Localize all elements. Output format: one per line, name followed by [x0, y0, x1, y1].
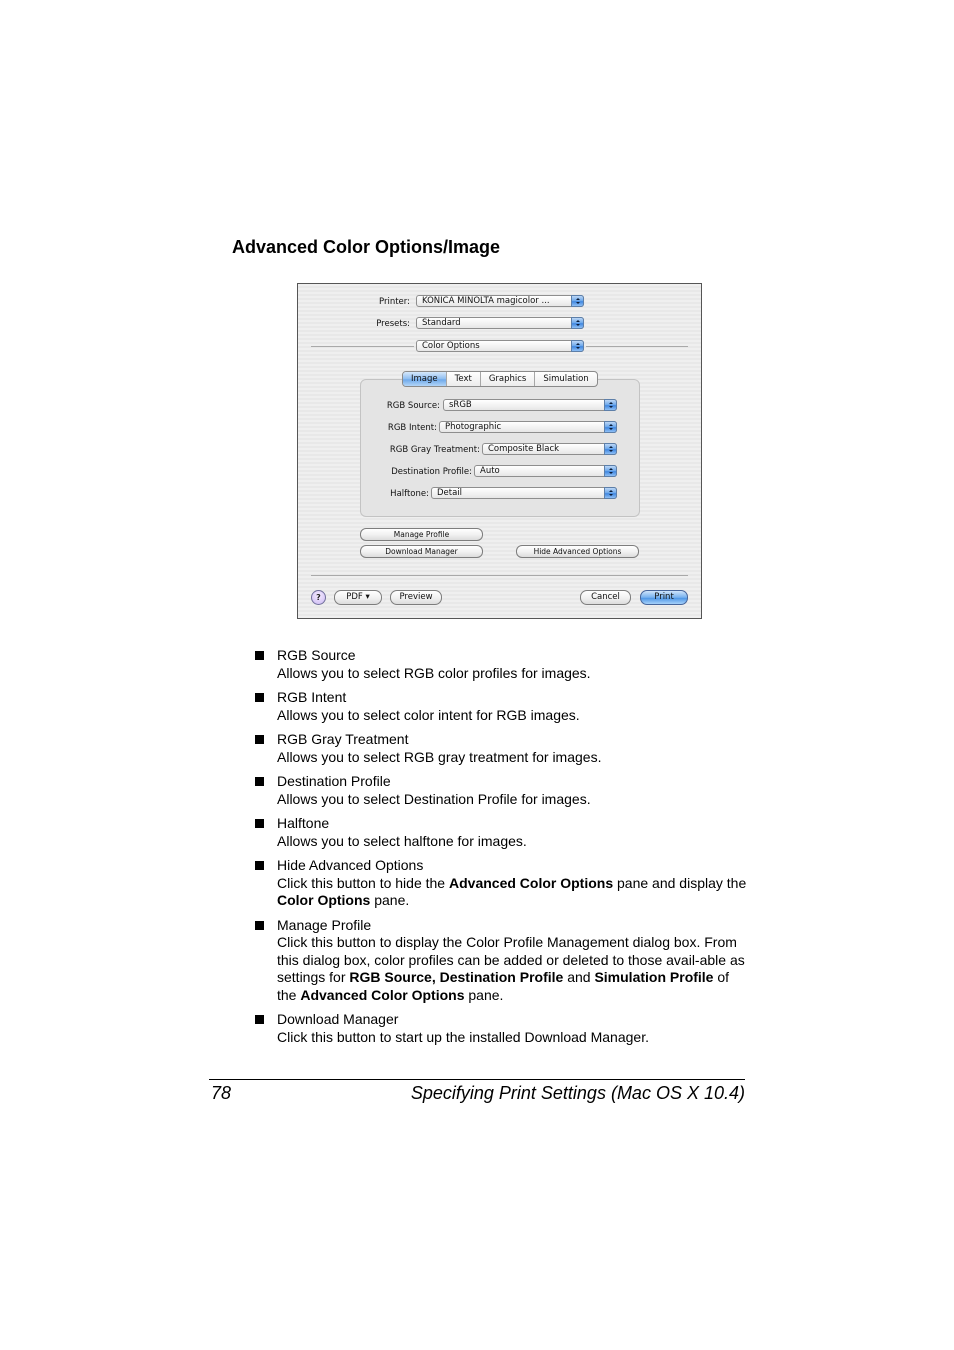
list-item: Halftone Allows you to select halftone f…	[250, 815, 770, 850]
manage-profile-button[interactable]: Manage Profile	[360, 528, 483, 541]
footer-rule	[209, 1079, 745, 1080]
tab-image[interactable]: Image	[403, 372, 446, 386]
item-text: Click this button to display the Color P…	[277, 934, 745, 1003]
option-descriptions: RGB Source Allows you to select RGB colo…	[250, 647, 770, 1053]
bullet-icon	[255, 735, 264, 744]
bullet-icon	[255, 777, 264, 786]
rgb-intent-label: RGB Intent:	[387, 423, 437, 433]
item-text: Allows you to select Destination Profile…	[277, 790, 591, 807]
item-text: Click this button to hide the Advanced C…	[277, 874, 747, 909]
item-title: Hide Advanced Options	[277, 857, 424, 873]
popup-arrows-icon	[604, 421, 617, 433]
list-item: Manage Profile Click this button to disp…	[250, 917, 770, 1005]
halftone-value: Detail	[437, 488, 463, 498]
tab-simulation[interactable]: Simulation	[534, 372, 596, 386]
rgb-gray-treatment-popup[interactable]: Composite Black	[482, 443, 617, 455]
cancel-button[interactable]: Cancel	[580, 590, 631, 605]
list-item: Hide Advanced Options Click this button …	[250, 857, 770, 910]
bullet-icon	[255, 693, 264, 702]
popup-arrows-icon	[604, 487, 617, 499]
separator-right	[586, 346, 688, 347]
tab-graphics[interactable]: Graphics	[479, 372, 535, 386]
bullet-icon	[255, 1015, 264, 1024]
pane-value: Color Options	[422, 341, 480, 351]
item-title: RGB Source	[277, 647, 356, 663]
rgb-gray-treatment-label: RGB Gray Treatment:	[389, 445, 480, 455]
list-item: RGB Gray Treatment Allows you to select …	[250, 731, 770, 766]
preview-button[interactable]: Preview	[390, 590, 442, 605]
rgb-intent-value: Photographic	[445, 422, 502, 432]
item-title: RGB Gray Treatment	[277, 731, 409, 747]
list-item: Download Manager Click this button to st…	[250, 1011, 770, 1046]
item-title: Manage Profile	[277, 916, 372, 933]
item-title: Download Manager	[277, 1011, 399, 1027]
rgb-source-value: sRGB	[449, 400, 472, 410]
hide-advanced-options-button[interactable]: Hide Advanced Options	[516, 545, 639, 558]
rgb-intent-popup[interactable]: Photographic	[439, 421, 617, 433]
print-button[interactable]: Print	[640, 590, 688, 605]
presets-popup[interactable]: Standard	[416, 317, 584, 329]
destination-profile-value: Auto	[480, 466, 500, 476]
popup-arrows-icon	[571, 340, 584, 352]
tab-text[interactable]: Text	[445, 372, 480, 386]
bullet-icon	[255, 651, 264, 660]
bullet-icon	[255, 861, 264, 870]
footer-title: Specifying Print Settings (Mac OS X 10.4…	[410, 1083, 745, 1103]
rgb-source-popup[interactable]: sRGB	[443, 399, 617, 411]
halftone-popup[interactable]: Detail	[431, 487, 617, 499]
bullet-icon	[255, 920, 264, 930]
list-item: Destination Profile Allows you to select…	[250, 773, 770, 808]
rgb-source-label: RGB Source:	[386, 401, 440, 411]
help-icon[interactable]: ?	[311, 590, 326, 605]
pdf-button[interactable]: PDF ▾	[334, 590, 382, 605]
section-title: Advanced Color Options/Image	[232, 237, 501, 257]
printer-label: Printer:	[379, 297, 410, 307]
printer-value: KONICA MINOLTA magicolor ...	[422, 296, 550, 306]
item-text: Click this button to start up the instal…	[277, 1028, 649, 1045]
printer-popup[interactable]: KONICA MINOLTA magicolor ...	[416, 295, 584, 307]
list-item: RGB Intent Allows you to select color in…	[250, 689, 770, 724]
page-number: 78	[211, 1083, 232, 1103]
item-text: Allows you to select RGB color profiles …	[277, 664, 591, 681]
halftone-label: Halftone:	[390, 489, 429, 499]
print-dialog: Printer: KONICA MINOLTA magicolor ... Pr…	[297, 283, 702, 619]
bullet-icon	[255, 819, 264, 828]
rgb-gray-treatment-value: Composite Black	[488, 444, 560, 454]
separator-left	[311, 346, 414, 347]
item-title: Destination Profile	[277, 773, 391, 789]
presets-value: Standard	[422, 318, 461, 328]
tab-bar: Image Text Graphics Simulation	[402, 371, 598, 387]
destination-profile-popup[interactable]: Auto	[474, 465, 617, 477]
popup-arrows-icon	[571, 295, 584, 307]
popup-arrows-icon	[604, 465, 617, 477]
item-title: Halftone	[277, 815, 330, 831]
item-text: Allows you to select halftone for images…	[277, 832, 527, 849]
popup-arrows-icon	[604, 443, 617, 455]
presets-label: Presets:	[376, 319, 410, 329]
pane-popup[interactable]: Color Options	[416, 340, 584, 352]
item-text: Allows you to select RGB gray treatment …	[277, 748, 602, 765]
item-title: RGB Intent	[277, 689, 347, 705]
bottom-separator	[311, 575, 688, 576]
item-text: Allows you to select color intent for RG…	[277, 706, 580, 723]
download-manager-button[interactable]: Download Manager	[360, 545, 483, 558]
destination-profile-label: Destination Profile:	[391, 467, 472, 477]
popup-arrows-icon	[604, 399, 617, 411]
popup-arrows-icon	[571, 317, 584, 329]
list-item: RGB Source Allows you to select RGB colo…	[250, 647, 770, 682]
